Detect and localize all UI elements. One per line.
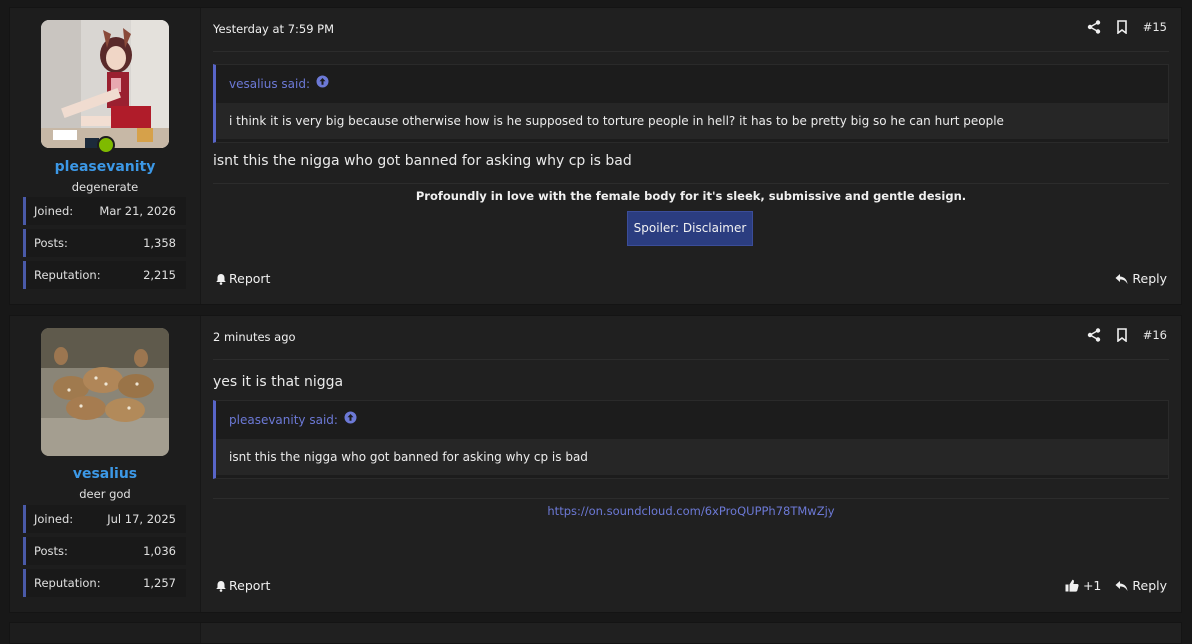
post-16: vesalius deer god Joined: Jul 17, 2025 P… <box>9 315 1182 613</box>
report-label: Report <box>229 578 271 593</box>
report-button[interactable]: Report <box>215 271 270 286</box>
stat-value: 2,215 <box>143 268 176 282</box>
post-15: pleasevanity degenerate Joined: Mar 21, … <box>9 7 1182 305</box>
quote-block: vesalius said: i think it is very big be… <box>213 64 1169 143</box>
stat-value: Mar 21, 2026 <box>99 204 176 218</box>
thumbs-up-icon <box>1065 579 1079 592</box>
signature-text: Profoundly in love with the female body … <box>415 189 967 203</box>
quote-header[interactable]: pleasevanity said: <box>216 401 1168 439</box>
post-message: isnt this the nigga who got banned for a… <box>213 153 632 169</box>
reply-button[interactable]: Reply <box>1115 271 1167 286</box>
avatar[interactable] <box>41 328 169 456</box>
stat-label: Joined: <box>34 204 74 218</box>
bookmark-icon[interactable] <box>1115 328 1129 343</box>
post-footer-actions: Reply <box>1115 271 1167 286</box>
share-icon[interactable] <box>1087 20 1101 34</box>
user-title: deer god <box>79 487 131 501</box>
spoiler-button[interactable]: Spoiler: Disclaimer <box>627 211 753 246</box>
stat-label: Posts: <box>34 544 68 558</box>
signature-divider <box>213 498 1169 499</box>
stat-reputation: Reputation: 1,257 <box>23 569 186 597</box>
post-number[interactable]: #16 <box>1143 328 1167 342</box>
quote-author[interactable]: pleasevanity said: <box>229 401 338 439</box>
post-actions: #16 <box>1087 328 1167 343</box>
report-label: Report <box>229 271 271 286</box>
signature-divider <box>213 183 1169 184</box>
next-post <box>9 622 1182 644</box>
stat-posts: Posts: 1,036 <box>23 537 186 565</box>
divider <box>213 359 1169 360</box>
post-number[interactable]: #15 <box>1143 20 1167 34</box>
reply-icon <box>1115 273 1128 284</box>
bell-icon <box>216 580 226 592</box>
stat-label: Reputation: <box>34 576 101 590</box>
reply-label: Reply <box>1132 271 1167 286</box>
online-status-indicator <box>97 136 115 154</box>
stat-value: 1,036 <box>143 544 176 558</box>
post-body: 2 minutes ago #16 yes it is that nigga p… <box>201 316 1181 612</box>
post-actions: #15 <box>1087 20 1167 35</box>
arrow-up-circle-icon[interactable] <box>316 65 329 103</box>
stat-reputation: Reputation: 2,215 <box>23 261 186 289</box>
post-message: yes it is that nigga <box>213 374 344 390</box>
stat-posts: Posts: 1,358 <box>23 229 186 257</box>
user-info <box>10 623 201 643</box>
reaction-count: +1 <box>1082 578 1102 593</box>
report-button[interactable]: Report <box>215 578 270 593</box>
reply-icon <box>1115 580 1128 591</box>
signature-link[interactable]: https://on.soundcloud.com/6xProQUPPh78TM… <box>213 504 1169 518</box>
reply-label: Reply <box>1132 578 1167 593</box>
stat-label: Reputation: <box>34 268 101 282</box>
stat-label: Joined: <box>34 512 74 526</box>
divider <box>213 51 1169 52</box>
stat-value: Jul 17, 2025 <box>107 512 176 526</box>
quote-header[interactable]: vesalius said: <box>216 65 1168 103</box>
user-info: vesalius deer god Joined: Jul 17, 2025 P… <box>10 316 201 612</box>
post-body: Yesterday at 7:59 PM #15 vesalius said: … <box>201 8 1181 304</box>
quote-text: i think it is very big because otherwise… <box>216 103 1168 139</box>
reply-button[interactable]: Reply <box>1115 578 1167 593</box>
post-timestamp[interactable]: 2 minutes ago <box>213 330 296 344</box>
bookmark-icon[interactable] <box>1115 20 1129 35</box>
quote-author[interactable]: vesalius said: <box>229 65 310 103</box>
stat-joined: Joined: Mar 21, 2026 <box>23 197 186 225</box>
user-title: degenerate <box>71 180 139 194</box>
like-button[interactable]: +1 <box>1065 578 1101 593</box>
stat-value: 1,257 <box>143 576 176 590</box>
post-timestamp[interactable]: Yesterday at 7:59 PM <box>213 22 334 36</box>
post-footer-actions: +1 Reply <box>1065 578 1167 593</box>
arrow-up-circle-icon[interactable] <box>344 401 357 439</box>
user-info: pleasevanity degenerate Joined: Mar 21, … <box>10 8 201 304</box>
username[interactable]: pleasevanity <box>10 159 200 175</box>
stat-joined: Joined: Jul 17, 2025 <box>23 505 186 533</box>
avatar[interactable] <box>41 20 169 148</box>
stat-value: 1,358 <box>143 236 176 250</box>
quote-block: pleasevanity said: isnt this the nigga w… <box>213 400 1169 479</box>
share-icon[interactable] <box>1087 328 1101 342</box>
quote-text: isnt this the nigga who got banned for a… <box>216 439 1168 475</box>
username[interactable]: vesalius <box>10 466 200 482</box>
stat-label: Posts: <box>34 236 68 250</box>
bell-icon <box>216 273 226 285</box>
